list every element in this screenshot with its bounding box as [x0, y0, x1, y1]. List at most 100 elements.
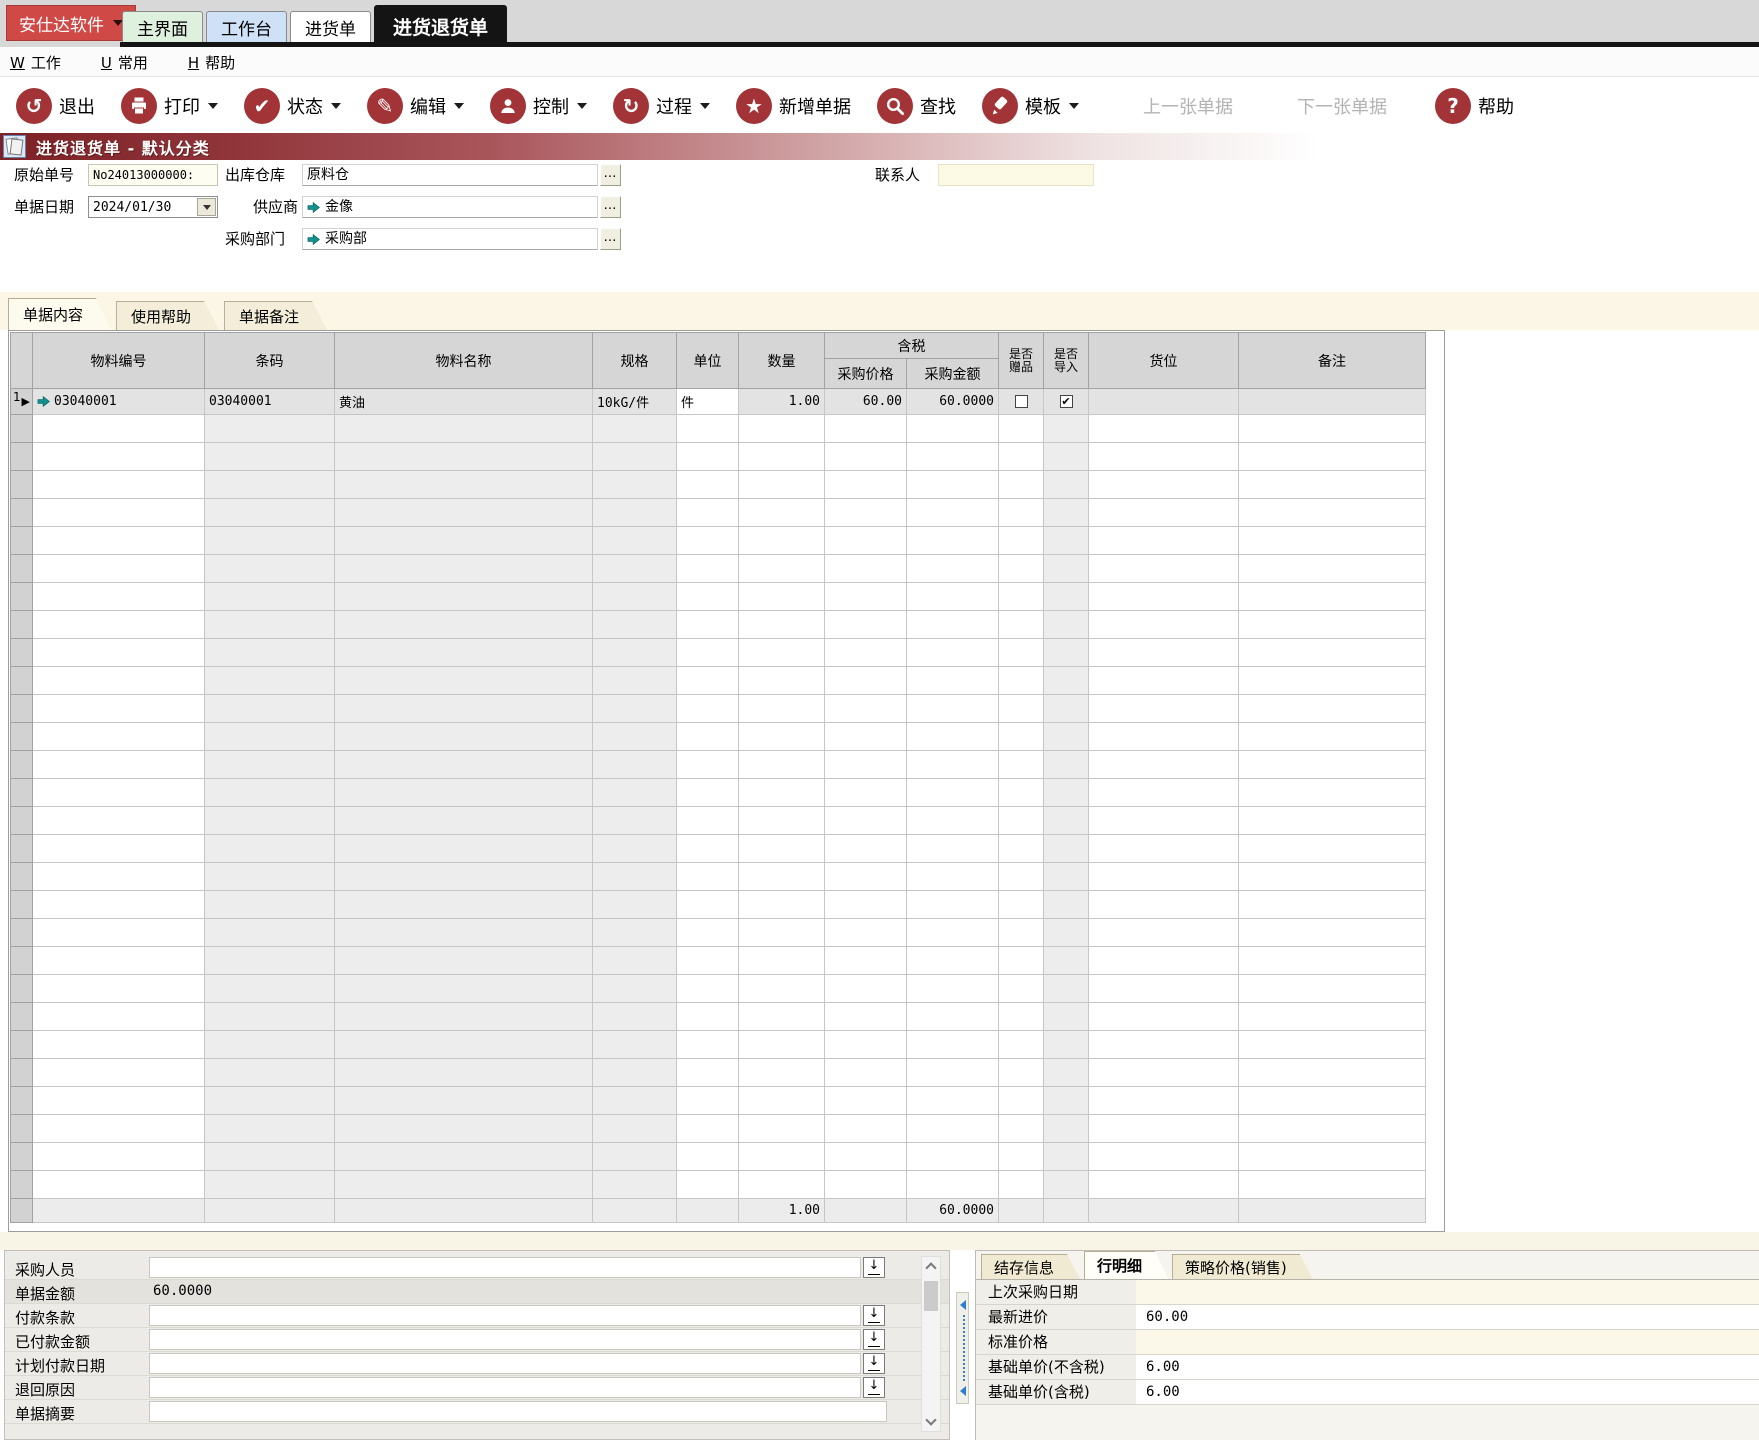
grid-cell[interactable]	[824, 638, 907, 667]
grid-cell[interactable]	[906, 1170, 999, 1199]
grid-cell[interactable]	[676, 526, 739, 555]
tab-usage-help[interactable]: 使用帮助	[116, 301, 219, 330]
grid-cell[interactable]	[32, 610, 205, 639]
grid-cell[interactable]	[1088, 750, 1239, 779]
grid-cell[interactable]	[998, 470, 1044, 499]
grid-cell[interactable]	[1043, 638, 1089, 667]
app-menu-button[interactable]: 安仕达软件	[6, 5, 136, 41]
grid-cell[interactable]	[334, 778, 593, 807]
grid-cell[interactable]	[1238, 1170, 1426, 1199]
grid-cell[interactable]	[1238, 414, 1426, 443]
grid-cell[interactable]	[1238, 610, 1426, 639]
grid-cell[interactable]	[1043, 442, 1089, 471]
grid-cell[interactable]	[32, 694, 205, 723]
grid-cell[interactable]	[1238, 778, 1426, 807]
grid-cell[interactable]	[32, 834, 205, 863]
grid-cell[interactable]	[1043, 470, 1089, 499]
grid-cell[interactable]	[1238, 946, 1426, 975]
grid-cell[interactable]	[676, 750, 739, 779]
grid-cell[interactable]	[1238, 1142, 1426, 1171]
grid-cell[interactable]	[676, 1086, 739, 1115]
grid-cell[interactable]	[676, 1030, 739, 1059]
tab-strategy-price[interactable]: 策略价格(销售)	[1172, 1254, 1313, 1279]
warehouse-field[interactable]: 原料仓	[302, 164, 598, 186]
menu-work[interactable]: W 工作	[10, 52, 61, 73]
grid-cell[interactable]	[1238, 750, 1426, 779]
menu-help[interactable]: H 帮助	[188, 52, 235, 73]
row-number-cell[interactable]	[10, 918, 33, 947]
grid-cell[interactable]	[738, 806, 825, 835]
grid-cell[interactable]	[998, 722, 1044, 751]
import-checkbox[interactable]: ✔	[1059, 395, 1073, 408]
grid-cell[interactable]	[592, 778, 677, 807]
grid-cell[interactable]	[824, 722, 907, 751]
grid-cell[interactable]	[824, 974, 907, 1003]
grid-cell[interactable]	[676, 498, 739, 527]
location-cell[interactable]	[1088, 388, 1239, 415]
row-number-cell[interactable]	[10, 582, 33, 611]
prev-document-button[interactable]: 上一张单据	[1143, 93, 1233, 119]
grid-cell[interactable]	[1238, 862, 1426, 891]
grid-cell[interactable]	[32, 722, 205, 751]
grid-cell[interactable]	[1088, 862, 1239, 891]
amount-cell[interactable]: 60.0000	[906, 388, 999, 415]
grid-cell[interactable]	[1238, 890, 1426, 919]
grid-cell[interactable]	[592, 694, 677, 723]
grid-cell[interactable]	[204, 1114, 335, 1143]
grid-cell[interactable]	[32, 1114, 205, 1143]
grid-cell[interactable]	[1043, 414, 1089, 443]
grid-cell[interactable]	[738, 722, 825, 751]
grid-cell[interactable]	[1088, 694, 1239, 723]
grid-cell[interactable]	[676, 974, 739, 1003]
grid-cell[interactable]	[1238, 806, 1426, 835]
grid-cell[interactable]	[592, 442, 677, 471]
grid-cell[interactable]	[32, 862, 205, 891]
grid-cell[interactable]	[32, 1086, 205, 1115]
grid-cell[interactable]	[1238, 1058, 1426, 1087]
grid-cell[interactable]	[676, 722, 739, 751]
grid-cell[interactable]	[824, 442, 907, 471]
grid-cell[interactable]	[824, 778, 907, 807]
grid-cell[interactable]	[1088, 638, 1239, 667]
grid-cell[interactable]	[824, 498, 907, 527]
row-number-cell[interactable]	[10, 890, 33, 919]
row-number-cell[interactable]	[10, 610, 33, 639]
grid-cell[interactable]	[204, 834, 335, 863]
grid-cell[interactable]	[1043, 1170, 1089, 1199]
grid-cell[interactable]	[592, 666, 677, 695]
grid-cell[interactable]	[824, 526, 907, 555]
grid-cell[interactable]	[204, 1002, 335, 1031]
grid-cell[interactable]	[906, 946, 999, 975]
grid-cell[interactable]	[906, 442, 999, 471]
grid-cell[interactable]	[32, 890, 205, 919]
grid-cell[interactable]	[32, 750, 205, 779]
grid-cell[interactable]	[998, 946, 1044, 975]
grid-cell[interactable]	[334, 722, 593, 751]
grid-cell[interactable]	[1088, 414, 1239, 443]
grid-cell[interactable]	[906, 1030, 999, 1059]
process-button[interactable]: ↻ 过程	[613, 87, 710, 124]
grid-cell[interactable]	[1238, 694, 1426, 723]
grid-cell[interactable]	[676, 1142, 739, 1171]
grid-cell[interactable]	[676, 778, 739, 807]
grid-cell[interactable]	[738, 974, 825, 1003]
grid-cell[interactable]	[738, 918, 825, 947]
grid-cell[interactable]	[592, 610, 677, 639]
grid-cell[interactable]	[998, 834, 1044, 863]
row-number-cell[interactable]	[10, 498, 33, 527]
new-document-button[interactable]: ★ 新增单据	[736, 87, 851, 124]
grid-cell[interactable]	[1088, 1114, 1239, 1143]
grid-cell[interactable]	[738, 1142, 825, 1171]
grid-cell[interactable]	[738, 1170, 825, 1199]
grid-cell[interactable]	[1043, 1058, 1089, 1087]
grid-cell[interactable]	[998, 526, 1044, 555]
supplier-field[interactable]: 金像	[302, 196, 598, 218]
grid-cell[interactable]	[906, 666, 999, 695]
grid-cell[interactable]	[824, 1086, 907, 1115]
grid-cell[interactable]	[1043, 946, 1089, 975]
grid-cell[interactable]	[998, 1142, 1044, 1171]
row-number-cell[interactable]	[10, 974, 33, 1003]
grid-cell[interactable]	[592, 1086, 677, 1115]
qty-cell[interactable]: 1.00	[738, 388, 825, 415]
col-material-name[interactable]: 物料名称	[334, 332, 593, 389]
